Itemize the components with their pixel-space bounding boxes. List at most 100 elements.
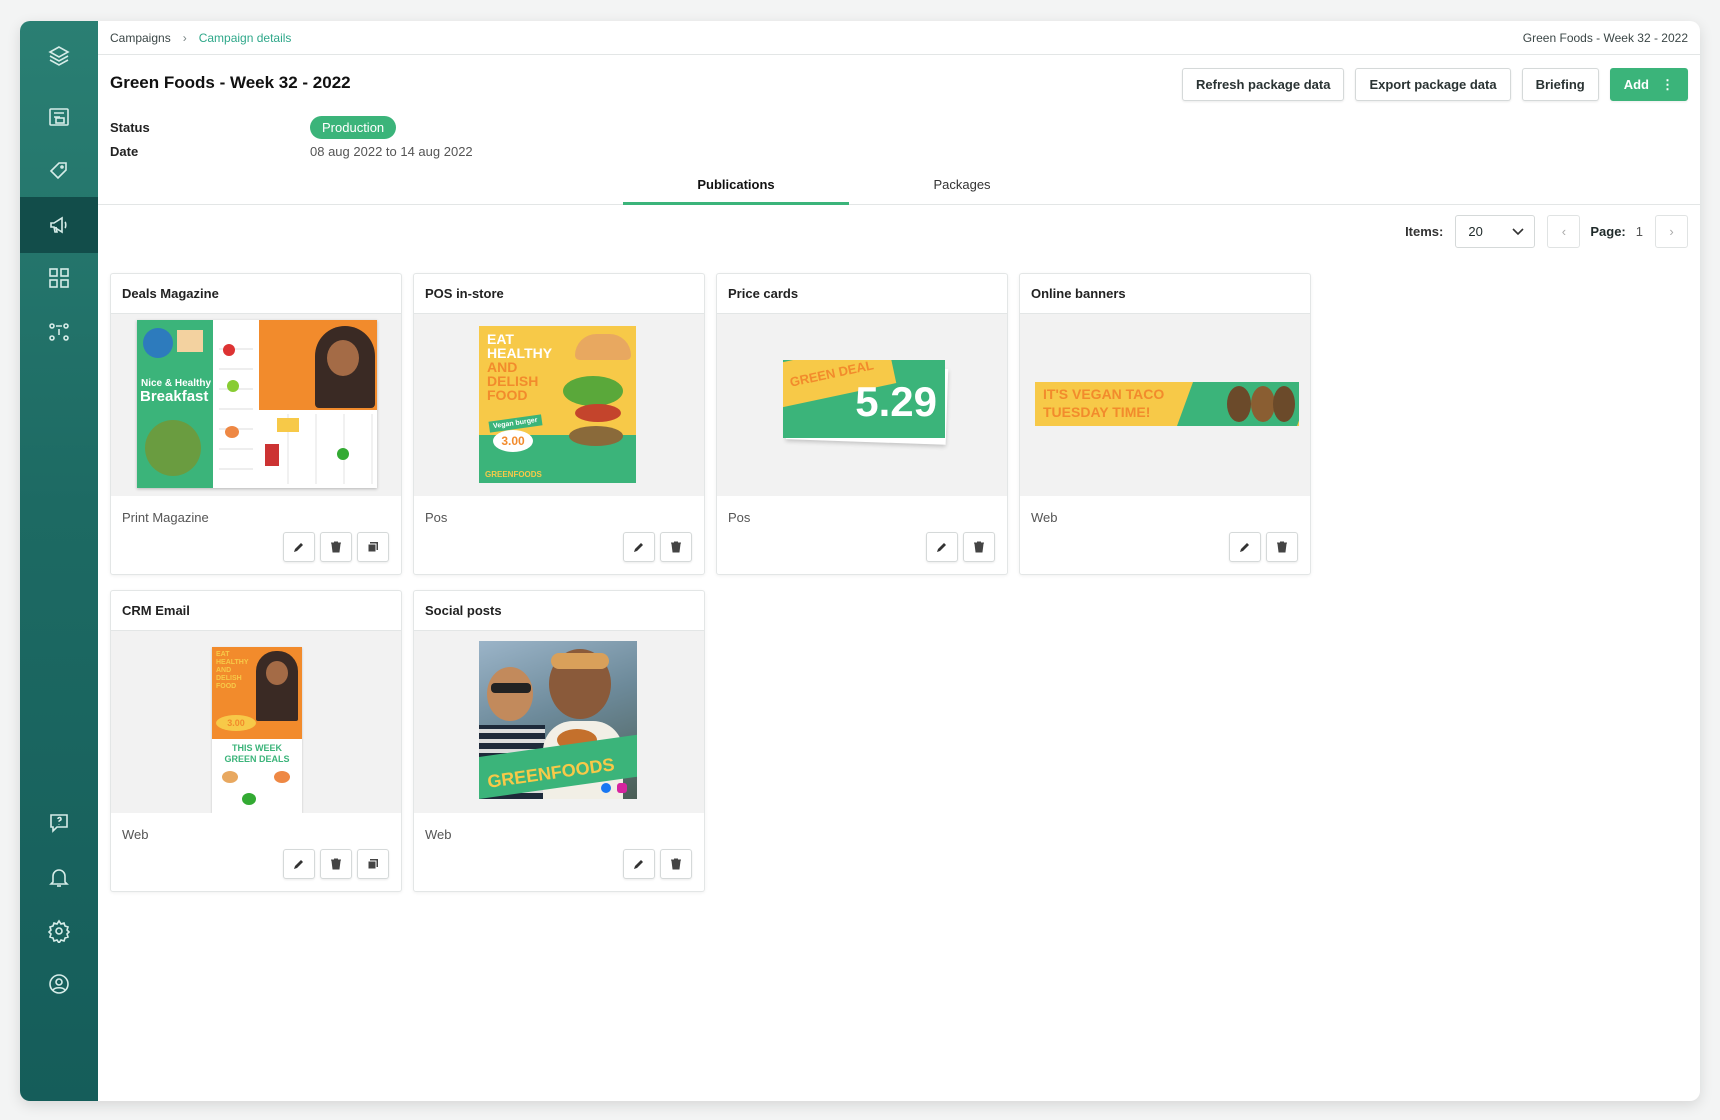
card-title: Social posts xyxy=(414,591,704,631)
edit-button[interactable] xyxy=(1229,532,1261,562)
items-per-page-select[interactable]: 20 xyxy=(1455,215,1536,248)
items-label: Items: xyxy=(1405,224,1444,239)
trash-icon xyxy=(671,858,681,870)
pos-line-4: DELISH xyxy=(487,373,539,389)
card-thumbnail[interactable]: GREEN DEAL 5.29 xyxy=(717,314,1007,496)
breadcrumb-campaigns[interactable]: Campaigns xyxy=(110,31,171,45)
edit-button[interactable] xyxy=(623,532,655,562)
pos-line-2: HEALTHY xyxy=(487,345,553,361)
layers-icon[interactable] xyxy=(20,28,98,84)
pencil-icon xyxy=(937,543,946,552)
copy-icon xyxy=(367,542,378,553)
email-deals-line-1: THIS WEEK xyxy=(231,743,282,753)
social-post-preview: GREENFOODS xyxy=(479,641,637,799)
user-icon[interactable] xyxy=(20,956,98,1012)
breadcrumb-separator: › xyxy=(182,30,187,45)
tab-bar: Publications Packages xyxy=(98,165,1700,205)
card-thumbnail[interactable]: IT'S VEGAN TACO TUESDAY TIME! xyxy=(1020,314,1310,496)
publication-card-crm-email[interactable]: CRM Email EAT HEALTHY AND DELISH FOOD 3.… xyxy=(110,590,402,892)
card-title: Deals Magazine xyxy=(111,274,401,314)
export-package-data-button[interactable]: Export package data xyxy=(1355,68,1511,101)
delete-button[interactable] xyxy=(1266,532,1298,562)
tab-publications[interactable]: Publications xyxy=(623,165,849,205)
tag-icon[interactable] xyxy=(20,143,98,199)
sidebar xyxy=(20,21,98,1101)
pencil-icon xyxy=(1240,543,1249,552)
card-title: POS in-store xyxy=(414,274,704,314)
pos-price: 3.00 xyxy=(493,430,533,452)
card-thumbnail[interactable]: Nice & Healthy Breakfast xyxy=(111,314,401,496)
help-chat-icon[interactable] xyxy=(20,795,98,851)
card-actions xyxy=(623,532,692,562)
email-price: 3.00 xyxy=(216,715,256,731)
trash-icon xyxy=(331,541,341,553)
more-options-icon[interactable]: ⋮ xyxy=(1661,78,1674,91)
status-badge: Production xyxy=(310,115,397,139)
page-label: Page: xyxy=(1590,224,1626,239)
banner-line-2: TUESDAY TIME! xyxy=(1043,404,1151,420)
pos-poster-preview: EAT HEALTHY AND DELISH FOOD Vegan burger… xyxy=(479,326,636,483)
publication-card-pos-in-store[interactable]: POS in-store EAT HEALTHY AND DELISH FOOD… xyxy=(413,273,705,575)
edit-button[interactable] xyxy=(926,532,958,562)
pencil-icon xyxy=(294,860,303,869)
refresh-package-data-button[interactable]: Refresh package data xyxy=(1182,68,1345,101)
publication-card-social-posts[interactable]: Social posts GREENFOODS Web xyxy=(413,590,705,892)
card-type: Web xyxy=(425,827,452,842)
media-icon[interactable] xyxy=(20,89,98,145)
megaphone-icon[interactable] xyxy=(20,197,98,253)
edit-button[interactable] xyxy=(283,532,315,562)
card-title: Online banners xyxy=(1020,274,1310,314)
card-thumbnail[interactable]: GREENFOODS xyxy=(414,631,704,813)
delete-button[interactable] xyxy=(320,849,352,879)
card-actions xyxy=(283,532,389,562)
app-window: Campaigns › Campaign details Green Foods… xyxy=(20,21,1700,1101)
delete-button[interactable] xyxy=(660,532,692,562)
dashboard-icon[interactable] xyxy=(20,250,98,306)
email-headline: EAT HEALTHY AND DELISH FOOD xyxy=(216,651,249,690)
duplicate-button[interactable] xyxy=(357,532,389,562)
bell-icon[interactable] xyxy=(20,849,98,905)
edit-button[interactable] xyxy=(283,849,315,879)
next-page-button[interactable]: › xyxy=(1655,215,1688,248)
pencil-icon xyxy=(294,543,303,552)
pagination: Items: 20 ‹ Page: 1 › xyxy=(1405,215,1688,248)
campaign-meta: Status Production Date 08 aug 2022 to 14… xyxy=(110,115,473,163)
publication-card-price-cards[interactable]: Price cards GREEN DEAL 5.29 Pos xyxy=(716,273,1008,575)
banner-preview: IT'S VEGAN TACO TUESDAY TIME! xyxy=(1035,382,1299,426)
delete-button[interactable] xyxy=(320,532,352,562)
publication-card-deals-magazine[interactable]: Deals Magazine Nice & Healthy Breakfast xyxy=(110,273,402,575)
card-title: CRM Email xyxy=(111,591,401,631)
tab-packages[interactable]: Packages xyxy=(849,165,1075,205)
card-type: Pos xyxy=(425,510,448,525)
settings-icon[interactable] xyxy=(20,903,98,959)
delete-button[interactable] xyxy=(660,849,692,879)
delete-button[interactable] xyxy=(963,532,995,562)
pos-brand: GREENFOODS xyxy=(485,470,542,479)
chevron-down-icon xyxy=(1512,227,1524,235)
trash-icon xyxy=(974,541,984,553)
current-campaign-label: Green Foods - Week 32 - 2022 xyxy=(1522,30,1688,45)
instagram-icon xyxy=(617,783,627,793)
add-button[interactable]: Add ⋮ xyxy=(1609,68,1688,101)
prev-page-button[interactable]: ‹ xyxy=(1547,215,1581,248)
copy-icon xyxy=(367,859,378,870)
breadcrumb-campaign-details[interactable]: Campaign details xyxy=(199,31,292,45)
magazine-preview: Nice & Healthy Breakfast xyxy=(137,320,377,488)
email-deals-line-2: GREEN DEALS xyxy=(224,754,290,764)
publication-card-online-banners[interactable]: Online banners IT'S VEGAN TACO TUESDAY T… xyxy=(1019,273,1311,575)
date-label: Date xyxy=(110,143,139,159)
card-thumbnail[interactable]: EAT HEALTHY AND DELISH FOOD 3.00 THIS WE… xyxy=(111,631,401,813)
page-number: 1 xyxy=(1635,224,1643,239)
edit-button[interactable] xyxy=(623,849,655,879)
pencil-icon xyxy=(634,860,643,869)
card-thumbnail[interactable]: EAT HEALTHY AND DELISH FOOD Vegan burger… xyxy=(414,314,704,496)
items-per-page-value: 20 xyxy=(1468,224,1483,239)
briefing-button[interactable]: Briefing xyxy=(1521,68,1599,101)
email-preview: EAT HEALTHY AND DELISH FOOD 3.00 THIS WE… xyxy=(212,647,302,813)
facebook-icon xyxy=(601,783,611,793)
duplicate-button[interactable] xyxy=(357,849,389,879)
pos-line-5: FOOD xyxy=(487,387,528,403)
card-type: Web xyxy=(122,827,149,842)
workflow-icon[interactable] xyxy=(20,304,98,360)
pos-line-3: AND xyxy=(487,359,518,375)
